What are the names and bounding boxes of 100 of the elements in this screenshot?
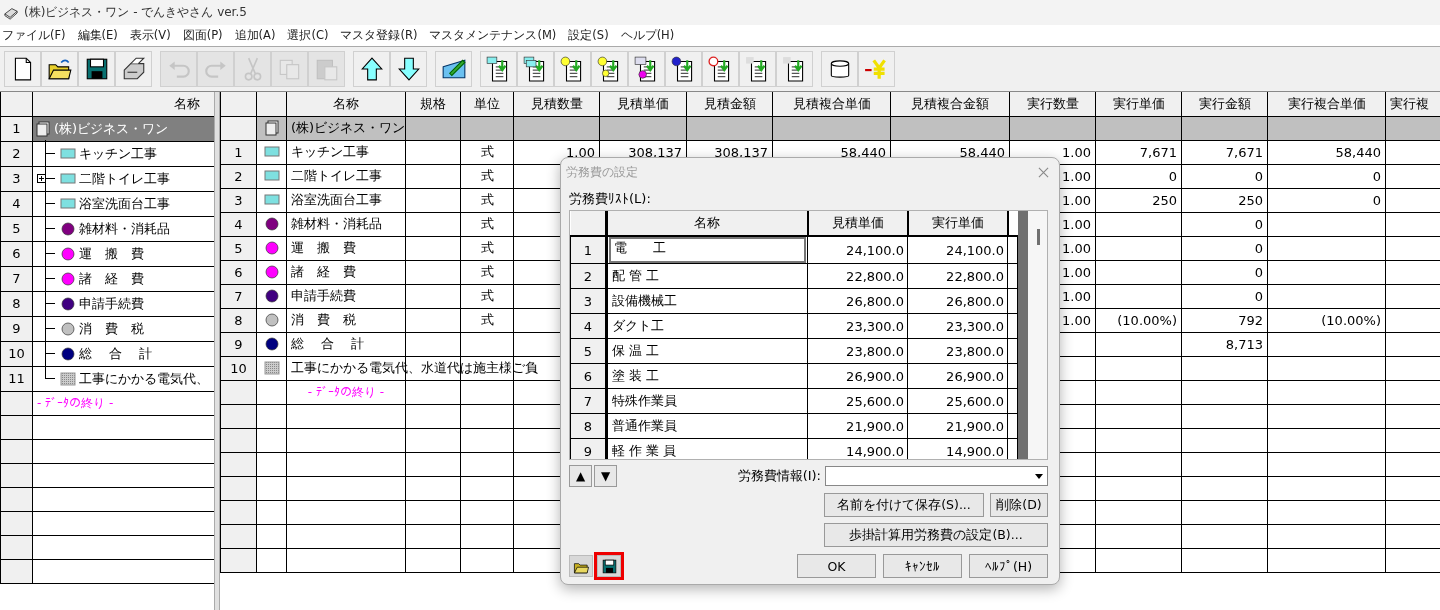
column-header[interactable]: 見積数量 (513, 92, 600, 116)
menu-item[interactable]: 編集(E) (77, 28, 118, 43)
toolbar-button[interactable] (435, 51, 472, 87)
row-number: 10 (0, 341, 33, 366)
menu-item[interactable]: ヘルプ(H) (620, 28, 675, 43)
table-cell: 消 費 税 (291, 312, 356, 327)
up-arrow-icon (358, 56, 385, 82)
column-header[interactable]: 見積金額 (686, 92, 773, 116)
table-cell: 浴室洗面台工事 (291, 192, 382, 207)
menu-item[interactable]: マスタメンテナンス(M) (429, 28, 557, 43)
icon-button[interactable] (569, 555, 593, 577)
toolbar-button[interactable] (665, 51, 702, 87)
table-cell: 総 合 計 (291, 336, 365, 351)
menu-item[interactable]: 表示(V) (129, 28, 171, 43)
column-header[interactable]: 実行複 (1385, 92, 1440, 116)
dropdown-field[interactable] (825, 466, 1048, 486)
item-name: 雑材料・消耗品 (79, 219, 170, 238)
row-number: 4 (0, 191, 33, 216)
ok-button[interactable]: OK (797, 554, 876, 578)
row-number: 10 (230, 360, 247, 376)
end-of-data-text: - ﾃﾞｰﾀの終り - (37, 395, 114, 410)
toolbar-button[interactable] (4, 51, 41, 87)
menu-item[interactable]: 図面(P) (182, 28, 223, 43)
help-button[interactable]: ﾍﾙﾌﾟ(H) (969, 554, 1048, 578)
table-cell: 23,800.0 (846, 343, 904, 359)
expand-button[interactable] (37, 173, 46, 183)
block-icon (60, 198, 76, 208)
item-name: 申請手続費 (79, 294, 144, 313)
table-cell: 21,900.0 (946, 418, 1004, 434)
table-cell[interactable]: 電 工 (609, 237, 806, 263)
toolbar-button[interactable] (41, 51, 78, 87)
menu-item[interactable]: マスタ登録(R) (340, 28, 418, 43)
menu-item[interactable]: ファイル(F) (2, 28, 66, 43)
column-header[interactable]: 見積単価 (599, 92, 687, 116)
table-cell: 22,800.0 (846, 268, 904, 284)
row-number: 8 (234, 312, 243, 328)
scrollbar[interactable] (1018, 211, 1047, 459)
row-number: 4 (570, 313, 607, 339)
table-cell: 26,900.0 (846, 368, 904, 384)
close-icon[interactable] (1038, 166, 1049, 178)
toolbar-button[interactable] (776, 51, 813, 87)
column-header[interactable]: 実行数量 (1009, 92, 1096, 116)
toolbar-button[interactable] (390, 51, 427, 87)
row-number: 2 (234, 168, 243, 184)
column-header[interactable]: 実行金額 (1181, 92, 1268, 116)
table-cell: 14,900.0 (846, 443, 904, 459)
item-name: (株)ビジネス・ワン (54, 119, 169, 138)
toolbar-button[interactable] (628, 51, 665, 87)
column-header[interactable]: 実行複合単価 (1267, 92, 1386, 116)
toolbar-button[interactable] (115, 51, 152, 87)
delete-button[interactable]: 削除(D) (990, 493, 1048, 517)
row-number: 6 (0, 241, 33, 266)
table-cell: 250 (1238, 192, 1263, 208)
toolbar-button[interactable] (591, 51, 628, 87)
cancel-button[interactable]: ｷｬﾝｾﾙ (883, 554, 962, 578)
column-header[interactable]: 見積複合金額 (890, 92, 1010, 116)
table-cell: 式 (480, 288, 494, 303)
table-cell: 250 (1152, 192, 1177, 208)
toolbar-button[interactable] (78, 51, 115, 87)
column-header[interactable]: 単位 (460, 92, 514, 116)
toolbar-button[interactable] (821, 51, 858, 87)
column-header[interactable]: 名称 (32, 92, 214, 116)
row-number: 8 (570, 413, 607, 439)
table-cell: 58,440 (959, 144, 1005, 160)
toolbar-button[interactable] (353, 51, 390, 87)
column-header[interactable]: 規格 (405, 92, 461, 116)
toolbar-button[interactable] (702, 51, 739, 87)
column-header[interactable]: 実行単価 (907, 211, 1008, 236)
table-cell: 雑材料・消耗品 (291, 216, 382, 231)
table-cell: 308,137 (628, 144, 682, 160)
table-cell: 式 (480, 168, 494, 183)
icon-button[interactable] (597, 555, 621, 577)
toolbar-button[interactable] (480, 51, 517, 87)
table-cell: 式 (480, 264, 494, 279)
menu-item[interactable]: 選択(C) (287, 28, 329, 43)
page-icon (36, 121, 50, 136)
column-header[interactable]: 見積単価 (807, 211, 908, 236)
table-cell: キッチン工事 (291, 144, 369, 159)
menu-item[interactable]: 追加(A) (234, 28, 276, 43)
field-label: 労務費情報(I): (737, 467, 821, 485)
move-up-button[interactable]: ▲ (569, 465, 592, 487)
item-name: 総 合 計 (79, 344, 153, 363)
toolbar-button[interactable] (554, 51, 591, 87)
row-number: 5 (0, 216, 33, 241)
row-number: 9 (570, 438, 607, 459)
save-as-button[interactable]: 名前を付けて保存(S)... (824, 493, 984, 517)
column-header[interactable]: 名称 (606, 211, 808, 236)
toolbar-button[interactable] (739, 51, 776, 87)
settings-button[interactable]: 歩掛計算用労務費の設定(B)... (824, 523, 1048, 547)
table-cell: (株)ビジネス・ワン (291, 120, 406, 135)
table-cell: 22,800.0 (946, 268, 1004, 284)
table-cell: 1.00 (566, 144, 595, 160)
table-cell: 14,900.0 (946, 443, 1004, 459)
column-header[interactable]: 名称 (286, 92, 406, 116)
menu-item[interactable]: 設定(S) (568, 28, 609, 43)
toolbar-button[interactable] (517, 51, 554, 87)
move-down-button[interactable]: ▼ (594, 465, 617, 487)
column-header[interactable]: 見積複合単価 (772, 92, 891, 116)
column-header[interactable]: 実行単価 (1095, 92, 1182, 116)
end-of-data-text: - ﾃﾞｰﾀの終り - (307, 384, 385, 399)
